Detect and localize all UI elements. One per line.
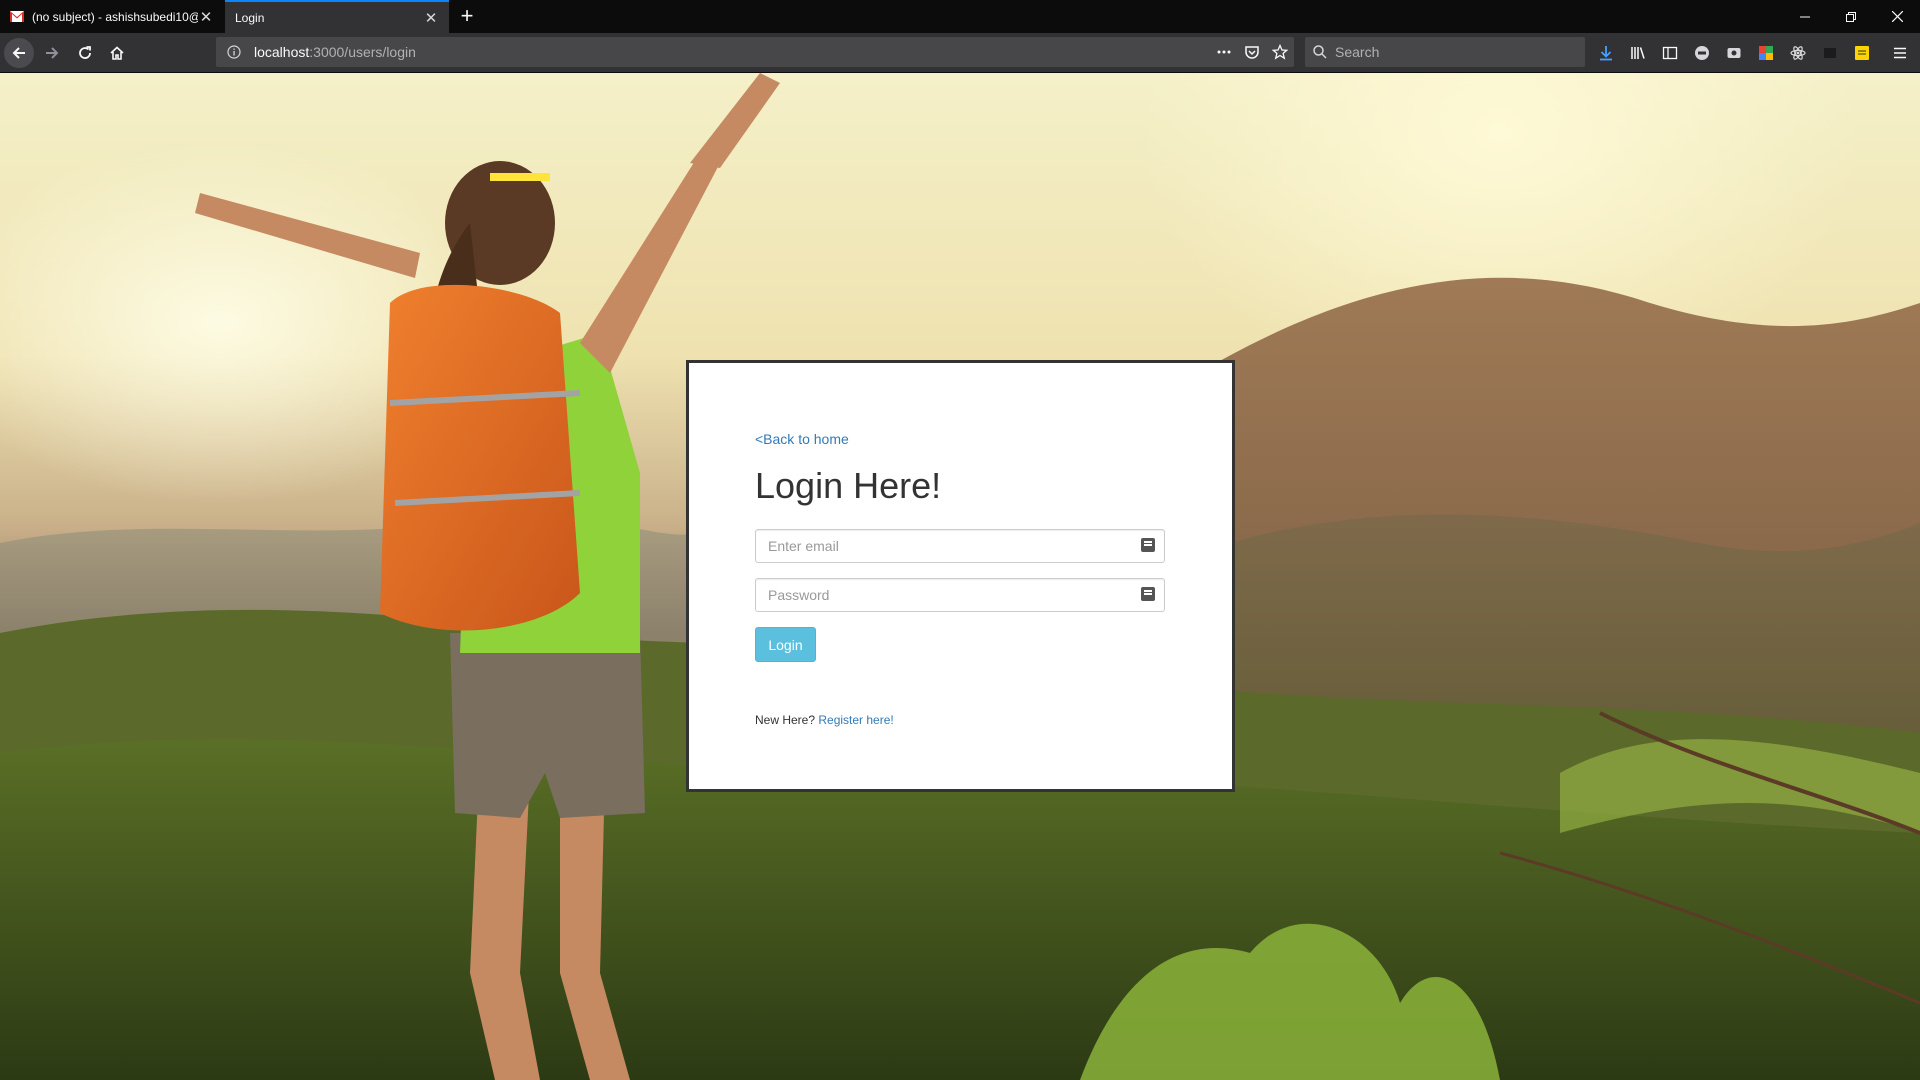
forward-button[interactable]: [37, 38, 67, 68]
pocket-icon[interactable]: [1244, 44, 1260, 60]
gmail-icon: [10, 11, 24, 22]
colorful-extension-icon[interactable]: [1756, 43, 1776, 63]
email-field[interactable]: [755, 529, 1165, 563]
email-input[interactable]: [756, 530, 1140, 562]
search-icon: [1313, 45, 1327, 59]
back-button[interactable]: [4, 38, 34, 68]
back-to-home-link[interactable]: <Back to home: [755, 431, 849, 447]
url-host: localhost: [254, 44, 310, 60]
downloads-icon[interactable]: [1596, 43, 1616, 63]
close-icon: [1891, 11, 1903, 22]
reload-button[interactable]: [70, 38, 100, 68]
address-bar[interactable]: localhost:3000/users/login: [216, 37, 1294, 67]
search-placeholder: Search: [1335, 44, 1380, 60]
tab-bar: (no subject) - ashishsubedi10@ ✕ Login ✕…: [0, 0, 1920, 33]
url-path: :3000/users/login: [309, 44, 416, 60]
bookmark-star-icon[interactable]: [1272, 44, 1288, 60]
url-text: localhost:3000/users/login: [254, 44, 416, 60]
tab-title: Login: [235, 10, 265, 25]
password-input[interactable]: [756, 579, 1140, 611]
site-info-icon[interactable]: [220, 45, 248, 59]
page-actions-icon[interactable]: [1216, 44, 1232, 60]
password-field[interactable]: [755, 578, 1165, 612]
close-tab-icon[interactable]: ✕: [423, 9, 439, 27]
restore-icon: [1846, 11, 1856, 22]
close-tab-icon[interactable]: ✕: [198, 8, 214, 26]
new-here-text: New Here?: [755, 713, 819, 727]
register-link[interactable]: Register here!: [818, 713, 893, 727]
home-icon: [110, 46, 124, 60]
search-bar[interactable]: Search: [1305, 37, 1585, 67]
password-manager-icon[interactable]: [1141, 538, 1155, 552]
tab-title: (no subject) - ashishsubedi10@: [32, 9, 198, 24]
login-card: <Back to home Login Here! Login New Here…: [686, 360, 1235, 792]
reload-icon: [79, 46, 91, 59]
page-viewport: <Back to home Login Here! Login New Here…: [0, 73, 1920, 1080]
tab-gmail[interactable]: (no subject) - ashishsubedi10@ ✕: [0, 0, 224, 33]
forward-arrow-icon: [46, 47, 59, 59]
page-title: Login Here!: [755, 465, 942, 506]
adblock-extension-icon[interactable]: [1692, 43, 1712, 63]
dark-extension-icon[interactable]: [1820, 43, 1840, 63]
restore-button[interactable]: [1828, 0, 1874, 33]
home-button[interactable]: [102, 38, 132, 68]
back-arrow-icon: [12, 47, 25, 59]
react-devtools-icon[interactable]: [1788, 43, 1808, 63]
navigation-toolbar: localhost:3000/users/login Search: [0, 33, 1920, 73]
new-tab-button[interactable]: +: [455, 4, 479, 28]
password-manager-icon[interactable]: [1141, 587, 1155, 601]
screenshot-extension-icon[interactable]: [1724, 43, 1744, 63]
menu-hamburger-icon[interactable]: [1890, 43, 1910, 63]
library-icon[interactable]: [1628, 43, 1648, 63]
login-button[interactable]: Login: [755, 627, 816, 662]
close-window-button[interactable]: [1874, 0, 1920, 33]
notes-extension-icon[interactable]: [1852, 43, 1872, 63]
tab-login[interactable]: Login ✕: [225, 0, 449, 33]
register-prompt: New Here? Register here!: [755, 713, 894, 727]
sidebar-toggle-icon[interactable]: [1660, 43, 1680, 63]
minimize-button[interactable]: [1782, 0, 1828, 33]
minimize-icon: [1800, 16, 1810, 17]
